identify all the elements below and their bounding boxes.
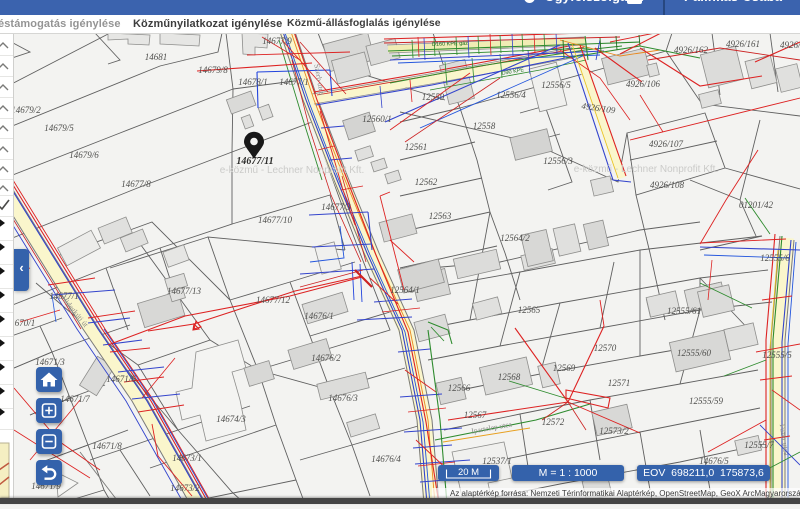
svg-text:14677/10: 14677/10 — [258, 215, 293, 225]
svg-text:12568: 12568 — [498, 372, 521, 382]
svg-text:14677/12: 14677/12 — [256, 295, 291, 305]
svg-text:670/1: 670/1 — [15, 318, 36, 328]
svg-text:12555/59: 12555/59 — [689, 396, 724, 406]
svg-text:14679/8: 14679/8 — [198, 65, 228, 75]
svg-text:4926/162: 4926/162 — [674, 45, 709, 55]
svg-text:14673/2: 14673/2 — [170, 483, 200, 493]
svg-text:12559: 12559 — [422, 92, 445, 102]
svg-text:4926/107: 4926/107 — [649, 139, 684, 149]
svg-text:12555/6: 12555/6 — [760, 253, 790, 263]
svg-text:12555/5: 12555/5 — [762, 350, 792, 360]
svg-text:12566: 12566 — [448, 383, 471, 393]
svg-text:12555/61: 12555/61 — [667, 306, 701, 316]
svg-text:14677/1: 14677/1 — [279, 77, 309, 87]
svg-text:12570: 12570 — [594, 343, 617, 353]
svg-text:12564/2: 12564/2 — [500, 233, 530, 243]
svg-text:14677/8: 14677/8 — [121, 179, 151, 189]
svg-text:12560/1: 12560/1 — [362, 114, 392, 124]
svg-text:12567: 12567 — [464, 410, 487, 420]
svg-text:14676/2: 14676/2 — [311, 353, 341, 363]
svg-text:12573/2: 12573/2 — [599, 426, 629, 436]
svg-text:D160 KPE gáz: D160 KPE gáz — [432, 41, 469, 48]
svg-text:14671/3: 14671/3 — [35, 357, 65, 367]
svg-text:14677/9: 14677/9 — [262, 36, 292, 46]
svg-text:12571: 12571 — [608, 378, 631, 388]
svg-text:12563: 12563 — [429, 211, 452, 221]
svg-text:14676/4: 14676/4 — [371, 454, 401, 464]
svg-text:14671/7: 14671/7 — [60, 394, 90, 404]
svg-text:14671/6: 14671/6 — [106, 374, 136, 384]
svg-text:e-közmű - Lechner Nonprofit Kf: e-közmű - Lechner Nonprofit Kft. — [574, 164, 719, 175]
svg-text:14676/3: 14676/3 — [328, 393, 358, 403]
svg-text:12556/3: 12556/3 — [543, 156, 573, 166]
svg-text:12572: 12572 — [542, 417, 565, 427]
svg-text:4926/163: 4926/163 — [780, 40, 800, 50]
svg-text:01201/42: 01201/42 — [739, 200, 774, 210]
svg-text:12555/7: 12555/7 — [744, 440, 774, 450]
svg-text:12564/1: 12564/1 — [390, 285, 420, 295]
svg-text:14677/11: 14677/11 — [236, 156, 273, 167]
svg-text:12556/4: 12556/4 — [496, 90, 526, 100]
svg-text:14676/1: 14676/1 — [304, 311, 334, 321]
svg-text:12555/60: 12555/60 — [677, 348, 712, 358]
svg-text:14679/2: 14679/2 — [11, 105, 41, 115]
svg-text:14679/6: 14679/6 — [69, 150, 99, 160]
svg-text:4926/108: 4926/108 — [650, 180, 685, 190]
svg-text:14674/3: 14674/3 — [216, 414, 246, 424]
svg-text:14673/1: 14673/1 — [172, 453, 202, 463]
svg-text:4926/106: 4926/106 — [626, 79, 661, 89]
svg-text:14677/13: 14677/13 — [167, 286, 202, 296]
svg-text:14678/1: 14678/1 — [238, 77, 268, 87]
svg-text:14677/3: 14677/3 — [321, 202, 351, 212]
svg-text:14679/5: 14679/5 — [44, 123, 74, 133]
svg-text:14671/8: 14671/8 — [92, 441, 122, 451]
svg-text:14681: 14681 — [145, 52, 168, 62]
svg-text:12562: 12562 — [415, 177, 438, 187]
svg-text:4926/161: 4926/161 — [726, 39, 760, 49]
svg-text:12558: 12558 — [473, 121, 496, 131]
svg-text:12561: 12561 — [405, 142, 428, 152]
svg-text:12569: 12569 — [553, 363, 576, 373]
svg-text:12565: 12565 — [518, 305, 541, 315]
svg-text:12556/5: 12556/5 — [541, 80, 571, 90]
